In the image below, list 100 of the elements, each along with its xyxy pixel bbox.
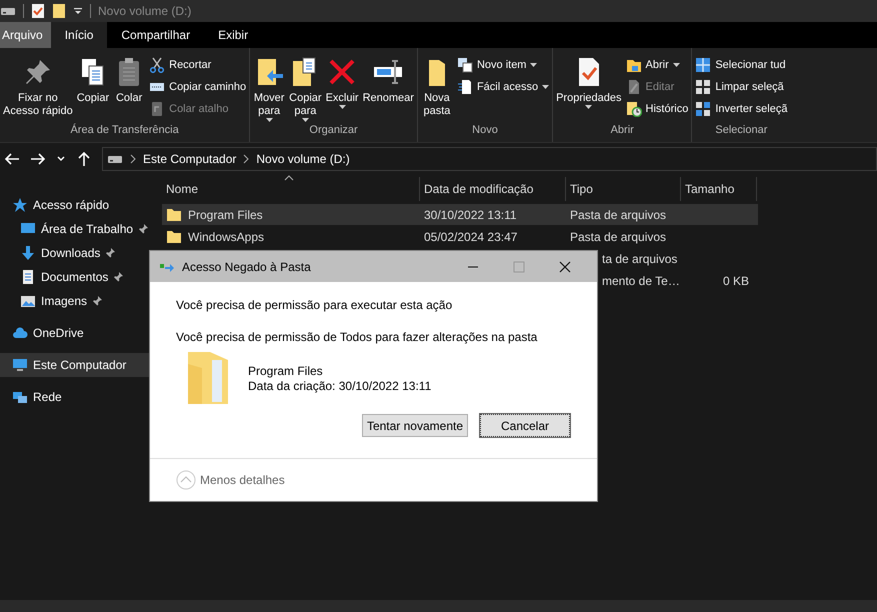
ribbon-button[interactable]: Novo item: [456, 56, 550, 74]
ribbon-button[interactable]: Colar: [112, 52, 146, 124]
ribbon-button[interactable]: Propriedades: [555, 52, 623, 124]
ribbon-button[interactable]: Inverter seleçã: [694, 100, 788, 118]
table-cell: Program Files: [188, 208, 263, 222]
pin-icon: [138, 224, 148, 234]
pin-icon: [113, 272, 124, 282]
up-icon[interactable]: [76, 151, 92, 167]
properties-icon[interactable]: [31, 3, 45, 19]
table-cell: Pasta de arquivos: [570, 230, 666, 244]
table-cell: 0 KB: [722, 274, 749, 288]
column-header[interactable]: Nome: [162, 177, 420, 201]
folder-icon[interactable]: [52, 3, 66, 19]
ribbon-button[interactable]: Nova pasta: [420, 52, 454, 124]
ribbon-tab[interactable]: Exibir: [204, 22, 262, 48]
folder-icon: [166, 230, 182, 244]
star-icon: [12, 197, 28, 213]
ribbon-button[interactable]: Fácil acesso: [456, 78, 550, 96]
ribbon-button[interactable]: Mover para: [252, 52, 286, 124]
close-icon[interactable]: [559, 260, 571, 272]
back-icon[interactable]: [4, 151, 20, 167]
pin-icon: [105, 248, 116, 258]
chevron-up-icon: [176, 470, 196, 490]
group-label: Selecionar: [714, 124, 768, 138]
sidebar-item[interactable]: Imagens: [0, 289, 150, 313]
table-cell: WindowsApps: [188, 230, 264, 244]
page-icon: [456, 79, 473, 95]
caret-icon: [542, 85, 550, 89]
chevron-icon: [242, 154, 250, 164]
table-cell: Pasta de arquivos: [570, 208, 666, 222]
ribbon-button[interactable]: Excluir: [324, 52, 360, 124]
monitor-icon: [12, 357, 28, 373]
ribbon-button[interactable]: Histórico: [624, 100, 690, 118]
maximize-icon: [513, 260, 525, 272]
caret-icon: [585, 105, 592, 109]
ribbon-button[interactable]: Renomear: [362, 52, 415, 124]
ribbon-button[interactable]: Selecionar tud: [694, 56, 788, 74]
file-row[interactable]: Program Files 30/10/2022 13:11 Pasta de arquivos: [162, 204, 758, 225]
sidebar-item[interactable]: Downloads: [0, 241, 150, 265]
group-label: Área de Transferência: [69, 124, 180, 138]
network-icon: [12, 389, 28, 405]
sidebar-item[interactable]: Acesso rápido: [0, 193, 150, 217]
scissors-icon: [149, 57, 166, 73]
sidebar-item[interactable]: Documentos: [0, 265, 150, 289]
message-text: Você precisa de permissão para executar esta ação: [176, 298, 454, 312]
address-field[interactable]: Este Computador Novo volume (D:): [102, 147, 877, 171]
detail-text: Você precisa de permissão de Todos para fazer alterações na pasta: [176, 330, 538, 344]
group-label: Organizar: [308, 124, 359, 138]
history-icon: [626, 101, 642, 117]
dialog-title: Acesso Negado à Pasta: [182, 260, 312, 274]
caret-icon: [338, 105, 346, 109]
ribbon-tab[interactable]: Início: [50, 22, 108, 48]
ribbon-tab[interactable]: Arquivo: [0, 22, 51, 48]
window-title: Novo volume (D:): [98, 4, 192, 18]
table-cell: 30/10/2022 13:11: [424, 208, 517, 222]
column-header[interactable]: Data de modificação: [420, 177, 566, 201]
ribbon-button[interactable]: Abrir: [624, 56, 690, 74]
caret-icon: [530, 63, 538, 67]
document-icon: [20, 269, 36, 285]
caret-icon: [302, 118, 309, 122]
column-header[interactable]: Tamanho: [681, 177, 757, 201]
drive-icon: [107, 153, 123, 165]
move-icon: [160, 262, 174, 272]
ribbon-button[interactable]: Copiar para: [288, 52, 323, 124]
group-label: Novo: [471, 124, 499, 138]
ribbon-button[interactable]: Copiar: [76, 52, 110, 124]
group-label: Abrir: [610, 124, 635, 138]
dialog-button[interactable]: Tentar novamente: [362, 414, 468, 437]
column-header[interactable]: Tipo: [566, 177, 681, 201]
table-cell: 05/02/2024 23:47: [424, 230, 518, 244]
ribbon-button[interactable]: Fixar no Acesso rápido: [2, 52, 74, 124]
breadcrumb[interactable]: Novo volume (D:): [256, 152, 350, 166]
ribbon-button[interactable]: Recortar: [148, 56, 248, 74]
ribbon-button[interactable]: Copiar caminho: [148, 78, 248, 96]
caret-icon: [266, 118, 273, 122]
cloud-icon: [12, 325, 28, 341]
download-icon: [20, 245, 36, 261]
ribbon-button[interactable]: Limpar seleçã: [694, 78, 788, 96]
image-icon: [20, 293, 36, 309]
folder-icon: [166, 208, 182, 222]
creation-date: Data da criação: 30/10/2022 13:11: [248, 378, 432, 392]
ribbon-tab[interactable]: Compartilhar: [107, 22, 204, 48]
details-toggle[interactable]: Menos detalhes: [176, 470, 285, 490]
caret-icon: [672, 63, 680, 67]
table-cell: ta de arquivos: [602, 252, 678, 266]
dropdown-icon[interactable]: [73, 6, 83, 16]
grid-icon: [695, 57, 712, 73]
folder-icon: [186, 350, 230, 406]
sidebar-item[interactable]: Rede: [0, 385, 150, 409]
table-cell: mento de Te…: [602, 274, 680, 288]
sidebar-item[interactable]: OneDrive: [0, 321, 150, 345]
forward-icon[interactable]: [30, 151, 46, 167]
sidebar-item[interactable]: Área de Trabalho: [0, 217, 150, 241]
dialog-button[interactable]: Cancelar: [480, 414, 570, 437]
chevron-icon: [129, 154, 137, 164]
breadcrumb[interactable]: Este Computador: [143, 152, 236, 166]
sidebar-item[interactable]: Este Computador: [0, 353, 150, 377]
pin-icon: [92, 296, 102, 306]
sort-icon: [284, 175, 294, 181]
folder-name: Program Files: [248, 364, 324, 378]
